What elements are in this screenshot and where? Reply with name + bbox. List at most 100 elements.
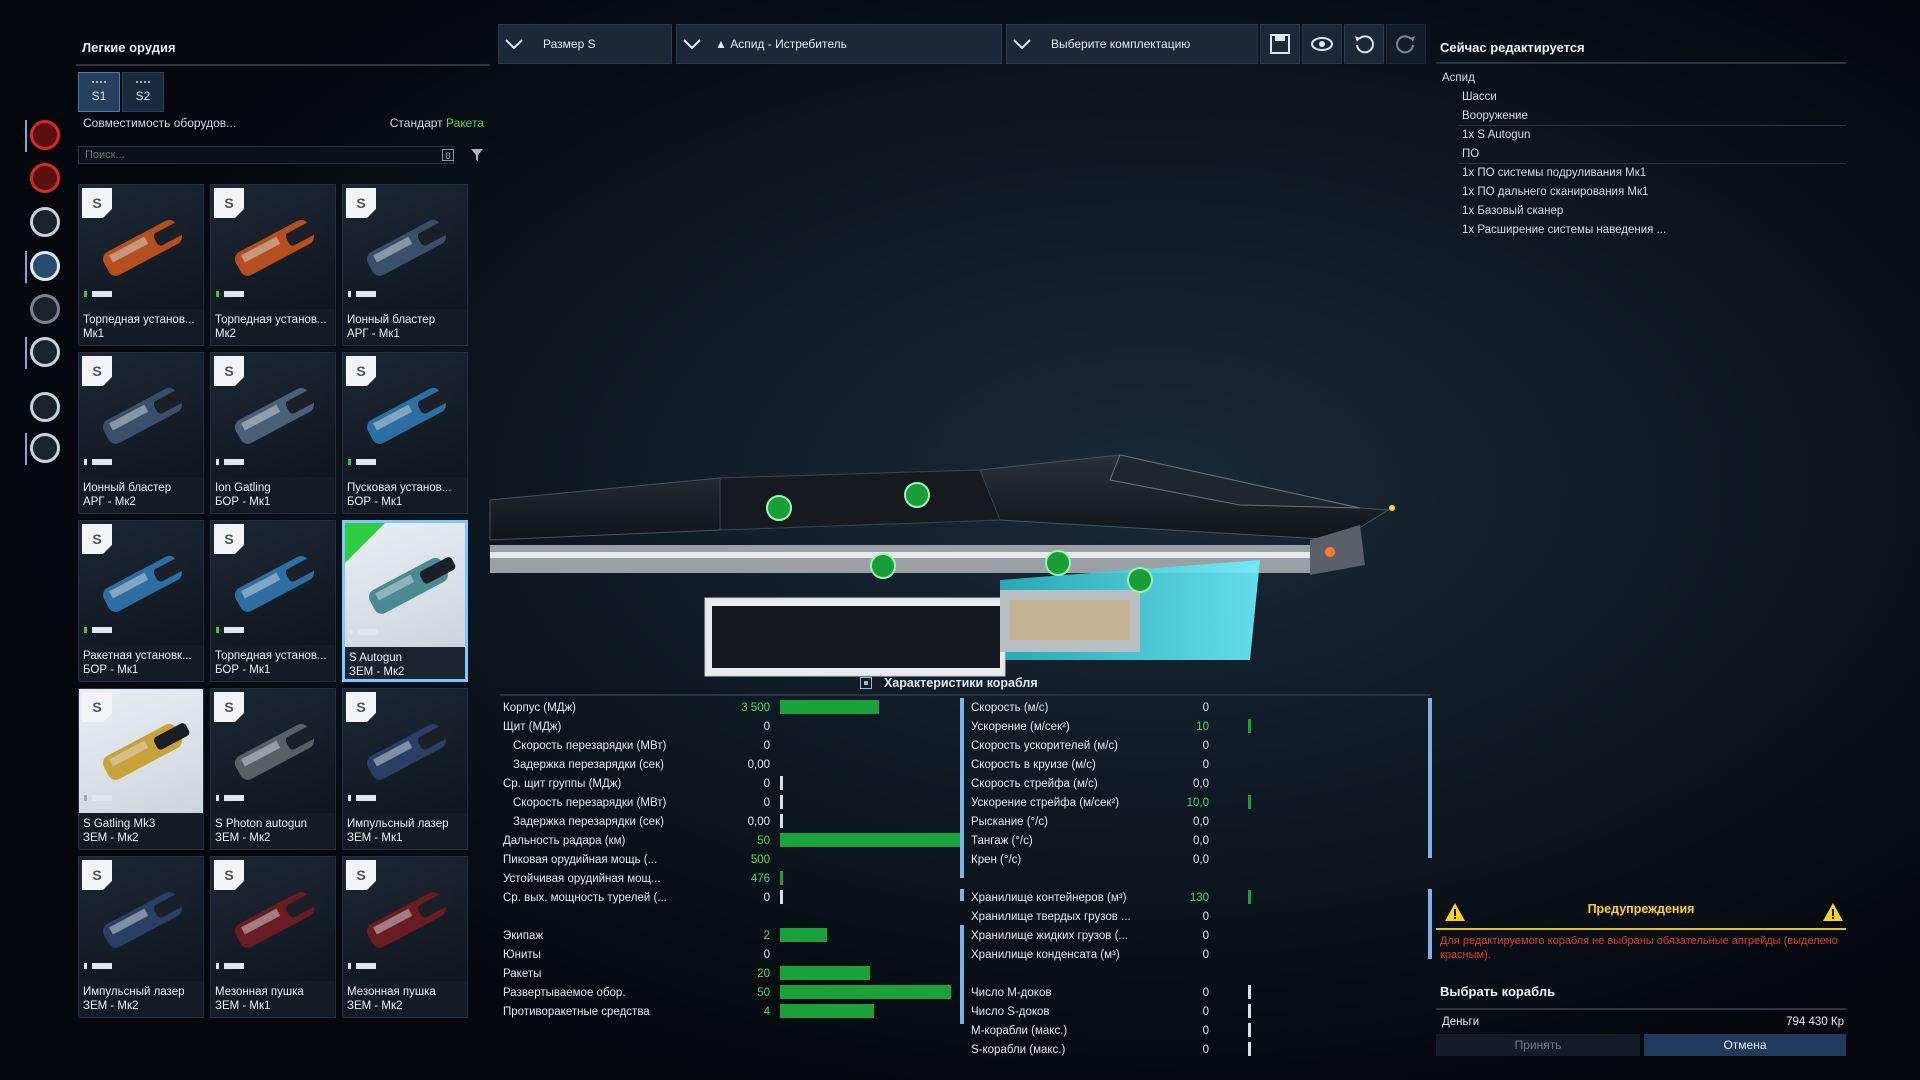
stats-title: Характеристики корабля (884, 676, 1038, 690)
tree-software-header: ПО (1462, 148, 1480, 160)
loadout-dropdown[interactable]: Выберите комплектацию (1006, 24, 1258, 64)
warnings-box: Предупреждения Для редактируемого корабл… (1436, 900, 1846, 970)
stats-divider (500, 694, 1430, 696)
shield-category-icon[interactable] (30, 207, 60, 237)
accept-button[interactable]: Принять (1436, 1034, 1640, 1056)
tree-software-item[interactable]: 1x Расширение системы наведения ... (1462, 221, 1666, 240)
tree-software-item[interactable]: 1x Базовый сканер (1462, 202, 1563, 221)
equipment-card[interactable]: S Ion Gatling БОР - Мк1 (210, 352, 336, 514)
equipment-subname: ЗЕМ - Мк2 (349, 666, 405, 678)
stat-value: 4 (763, 1005, 770, 1018)
stat-label: Число М-доков (971, 986, 1052, 999)
ship-dropdown[interactable]: ▲ Аспид - Истребитель (676, 24, 1002, 64)
software-category-icon[interactable] (30, 392, 60, 422)
equipment-card[interactable]: S S Gatling Mk3 ЗЕМ - Мк2 (78, 688, 204, 850)
consumable-category-icon[interactable] (30, 337, 60, 367)
equipment-card[interactable]: S Autogun ЗЕМ - Мк2 (342, 520, 468, 682)
stat-value: 476 (750, 872, 770, 885)
column-divider (960, 984, 964, 1024)
stats-toggle[interactable]: Характеристики корабля (860, 672, 1038, 694)
preview-button[interactable] (1302, 24, 1342, 64)
equipment-card[interactable]: S Ракетная установк... БОР - Мк1 (78, 520, 204, 682)
tree-software-item[interactable]: 1x ПО системы подруливания Мк1 (1462, 164, 1646, 183)
equipment-type-icon (348, 459, 376, 465)
size-dropdown[interactable]: Размер S (498, 24, 672, 64)
tree-weapons-header: Вооружение (1462, 110, 1528, 122)
standard-filter[interactable]: Стандарт Ракета (390, 116, 484, 130)
save-button[interactable] (1260, 24, 1300, 64)
search-clear-icon[interactable]: 0 (442, 149, 454, 161)
equipment-card[interactable]: S Мезонная пушка ЗЕМ - Мк1 (210, 856, 336, 1018)
stat-label: Задержка перезарядки (сек) (513, 758, 664, 771)
stat-label: Ракеты (503, 967, 542, 980)
equipment-name: Торпедная установ... (215, 650, 327, 662)
equipment-card[interactable]: S Торпедная установ... Мк2 (210, 184, 336, 346)
stat-value: 0 (763, 796, 770, 809)
turret-category-icon[interactable] (30, 294, 60, 324)
money-label: Деньги (1442, 1016, 1480, 1028)
stat-row: Скорость перезарядки (МВт) 0 (513, 793, 973, 812)
column-divider (1428, 889, 1432, 959)
crew-category-icon[interactable] (30, 433, 60, 463)
undo-button[interactable] (1344, 24, 1384, 64)
size-badge-icon: S (346, 692, 376, 722)
equipment-card[interactable]: S Торпедная установ... Мк1 (78, 184, 204, 346)
equipment-card[interactable]: S Импульсный лазер ЗЕМ - Мк1 (342, 688, 468, 850)
column-divider (1428, 698, 1432, 858)
redo-button[interactable] (1386, 24, 1426, 64)
equipment-name: Мезонная пушка (215, 986, 304, 998)
stat-value: 0,0 (1193, 834, 1209, 847)
equipment-card[interactable]: S Ионный бластер АРГ - Мк2 (78, 352, 204, 514)
equipment-card[interactable]: S Пусковая установ... БОР - Мк1 (342, 352, 468, 514)
engine-category-icon[interactable] (30, 120, 60, 150)
weapon-category-icon[interactable] (30, 251, 60, 281)
tree-chassis[interactable]: Шасси (1462, 88, 1497, 107)
equipment-card[interactable]: S S Photon autogun ЗЕМ - Мк2 (210, 688, 336, 850)
tab-s1[interactable]: S1 (78, 72, 120, 112)
equipment-subname: ЗЕМ - Мк2 (215, 832, 271, 844)
stat-bar (1248, 985, 1251, 999)
equipment-name: S Photon autogun (215, 818, 308, 830)
warnings-title: Предупреждения (1587, 902, 1695, 916)
stat-label: М-корабли (макс.) (971, 1024, 1068, 1037)
equipment-name: Мезонная пушка (347, 986, 436, 998)
warnings-divider (1436, 928, 1846, 930)
equipment-card[interactable]: S Торпедная установ... БОР - Мк1 (210, 520, 336, 682)
equipment-type-icon (216, 291, 244, 297)
stat-bar (780, 700, 879, 714)
stat-row: Хранилище конденсата (м³) 0 (971, 945, 1241, 964)
undo-icon (1355, 35, 1374, 54)
stat-label: Устойчивая орудийная мощ... (503, 872, 661, 885)
filter-icon[interactable] (468, 146, 486, 164)
stat-row: Хранилище контейнеров (м³) 130 (971, 888, 1241, 907)
equipment-type-icon (216, 459, 244, 465)
stat-label: Хранилище контейнеров (м³) (971, 891, 1127, 904)
tree-software-item[interactable]: 1x ПО дальнего сканирования Мк1 (1462, 183, 1648, 202)
tab-s2[interactable]: S2 (122, 72, 164, 112)
equipment-card[interactable]: S Ионный бластер АРГ - Мк1 (342, 184, 468, 346)
stat-value: 10 (1196, 720, 1209, 733)
stat-row: Ракеты 20 (503, 964, 963, 983)
title-divider (1436, 62, 1846, 64)
stat-value: 0 (1202, 758, 1209, 771)
cancel-button[interactable]: Отмена (1644, 1034, 1846, 1056)
search-input[interactable] (78, 146, 454, 164)
equipment-card[interactable]: S Мезонная пушка ЗЕМ - Мк2 (342, 856, 468, 1018)
chevron-down-icon (1007, 24, 1037, 64)
sidebar-active-marker (25, 251, 27, 283)
stat-bar (780, 814, 783, 828)
stat-row: Ускорение стрейфа (м/сек²) 10,0 (971, 793, 1241, 812)
tree-weapon-item[interactable]: 1x S Autogun (1462, 126, 1530, 145)
stat-label: Тангаж (°/с) (971, 834, 1033, 847)
stat-bar (780, 890, 783, 904)
stat-label: Пиковая орудийная мощь (... (503, 853, 658, 866)
chevron-down-icon (677, 24, 707, 64)
stat-label: Скорость ускорителей (м/с) (971, 739, 1118, 752)
equipment-card[interactable]: S Импульсный лазер ЗЕМ - Мк2 (78, 856, 204, 1018)
compatibility-dropdown[interactable]: Совместимость оборудов... (83, 116, 236, 130)
stat-label: Корпус (МДж) (503, 701, 577, 714)
equipment-panel: Легкие орудия S1 S2 Совместимость оборуд… (76, 34, 490, 1034)
size-badge-icon: S (214, 356, 244, 386)
thruster-category-icon[interactable] (30, 163, 60, 193)
equipment-name: S Gatling Mk3 (83, 818, 156, 830)
